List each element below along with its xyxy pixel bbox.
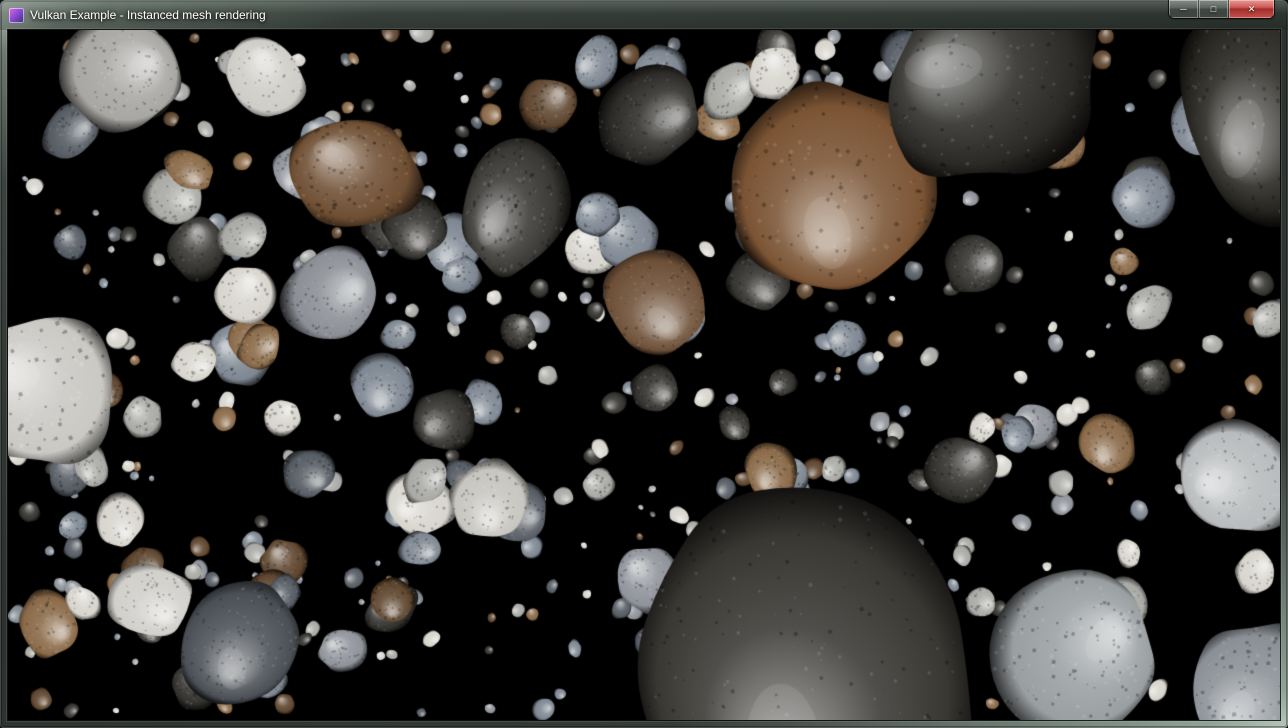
app-window: Vulkan Example - Instanced mesh renderin…	[0, 0, 1288, 728]
maximize-icon: □	[1211, 5, 1216, 14]
maximize-button[interactable]: □	[1199, 0, 1228, 18]
title-bar[interactable]: Vulkan Example - Instanced mesh renderin…	[0, 0, 1288, 30]
close-button[interactable]: ✕	[1229, 0, 1274, 18]
window-controls: ─ □ ✕	[1169, 0, 1274, 18]
minimize-button[interactable]: ─	[1169, 0, 1198, 18]
window-title: Vulkan Example - Instanced mesh renderin…	[30, 8, 266, 22]
app-icon	[9, 8, 24, 23]
title-bar-left: Vulkan Example - Instanced mesh renderin…	[0, 8, 266, 23]
minimize-icon: ─	[1180, 5, 1186, 14]
render-viewport[interactable]	[8, 30, 1280, 720]
viewport-frame	[8, 30, 1280, 720]
close-icon: ✕	[1248, 5, 1256, 14]
